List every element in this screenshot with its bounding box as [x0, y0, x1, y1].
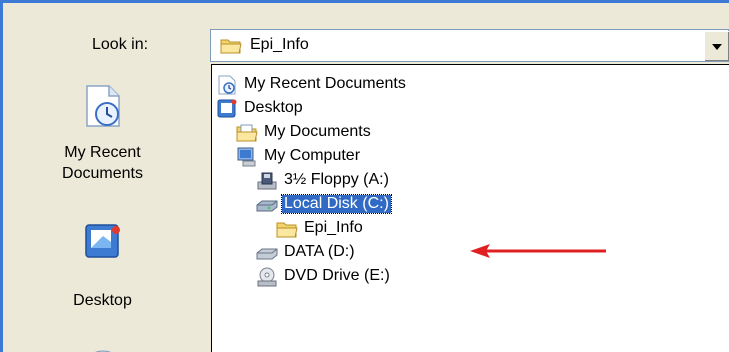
hard-disk-icon: [256, 242, 278, 264]
computer-icon: [88, 346, 118, 352]
dropdown-item-label: Desktop: [244, 99, 303, 116]
folder-icon: [220, 37, 242, 55]
places-bar: My Recent Documents Desktop: [0, 70, 205, 352]
look-in-dropdown-list: My Recent Documents Desktop My Documents…: [211, 64, 729, 352]
hard-disk-icon: [256, 194, 278, 216]
look-in-value: Epi_Info: [250, 36, 309, 53]
folder-icon: [236, 122, 258, 144]
recent-documents-icon: [216, 74, 238, 96]
recent-documents-icon: [79, 82, 127, 135]
dropdown-item-label: DVD Drive (E:): [284, 267, 390, 284]
places-desktop-label: Desktop: [73, 292, 132, 309]
dropdown-item-label: 3½ Floppy (A:): [284, 171, 389, 188]
dropdown-item-label: DATA (D:): [284, 243, 355, 260]
open-file-dialog: Look in: Epi_Info My Recent Documents De…: [0, 0, 729, 352]
computer-icon: [236, 146, 258, 168]
dropdown-item-label: Local Disk (C:): [281, 194, 392, 214]
look-in-label: Look in:: [92, 36, 149, 53]
places-my-recent-documents[interactable]: My Recent Documents: [0, 70, 205, 210]
look-in-dropdown-button[interactable]: [704, 31, 729, 61]
window-top-border: [0, 0, 729, 3]
dropdown-item-label: My Recent Documents: [244, 75, 406, 92]
dvd-drive-icon: [256, 266, 278, 288]
folder-icon: [276, 218, 298, 240]
floppy-drive-icon: [256, 170, 278, 192]
desktop-icon: [216, 98, 238, 120]
look-in-combobox[interactable]: Epi_Info: [210, 29, 729, 62]
places-next-item[interactable]: [0, 340, 205, 352]
places-desktop[interactable]: Desktop: [0, 210, 205, 310]
places-my-recent-label-line1: My Recent: [64, 144, 141, 161]
desktop-icon: [83, 222, 123, 267]
annotation-arrow-icon: [470, 244, 606, 258]
dropdown-item-label: My Computer: [264, 147, 361, 164]
places-my-recent-label-line2: Documents: [62, 165, 143, 182]
dropdown-item-label: Epi_Info: [304, 219, 363, 236]
dropdown-item-label: My Documents: [264, 123, 371, 140]
